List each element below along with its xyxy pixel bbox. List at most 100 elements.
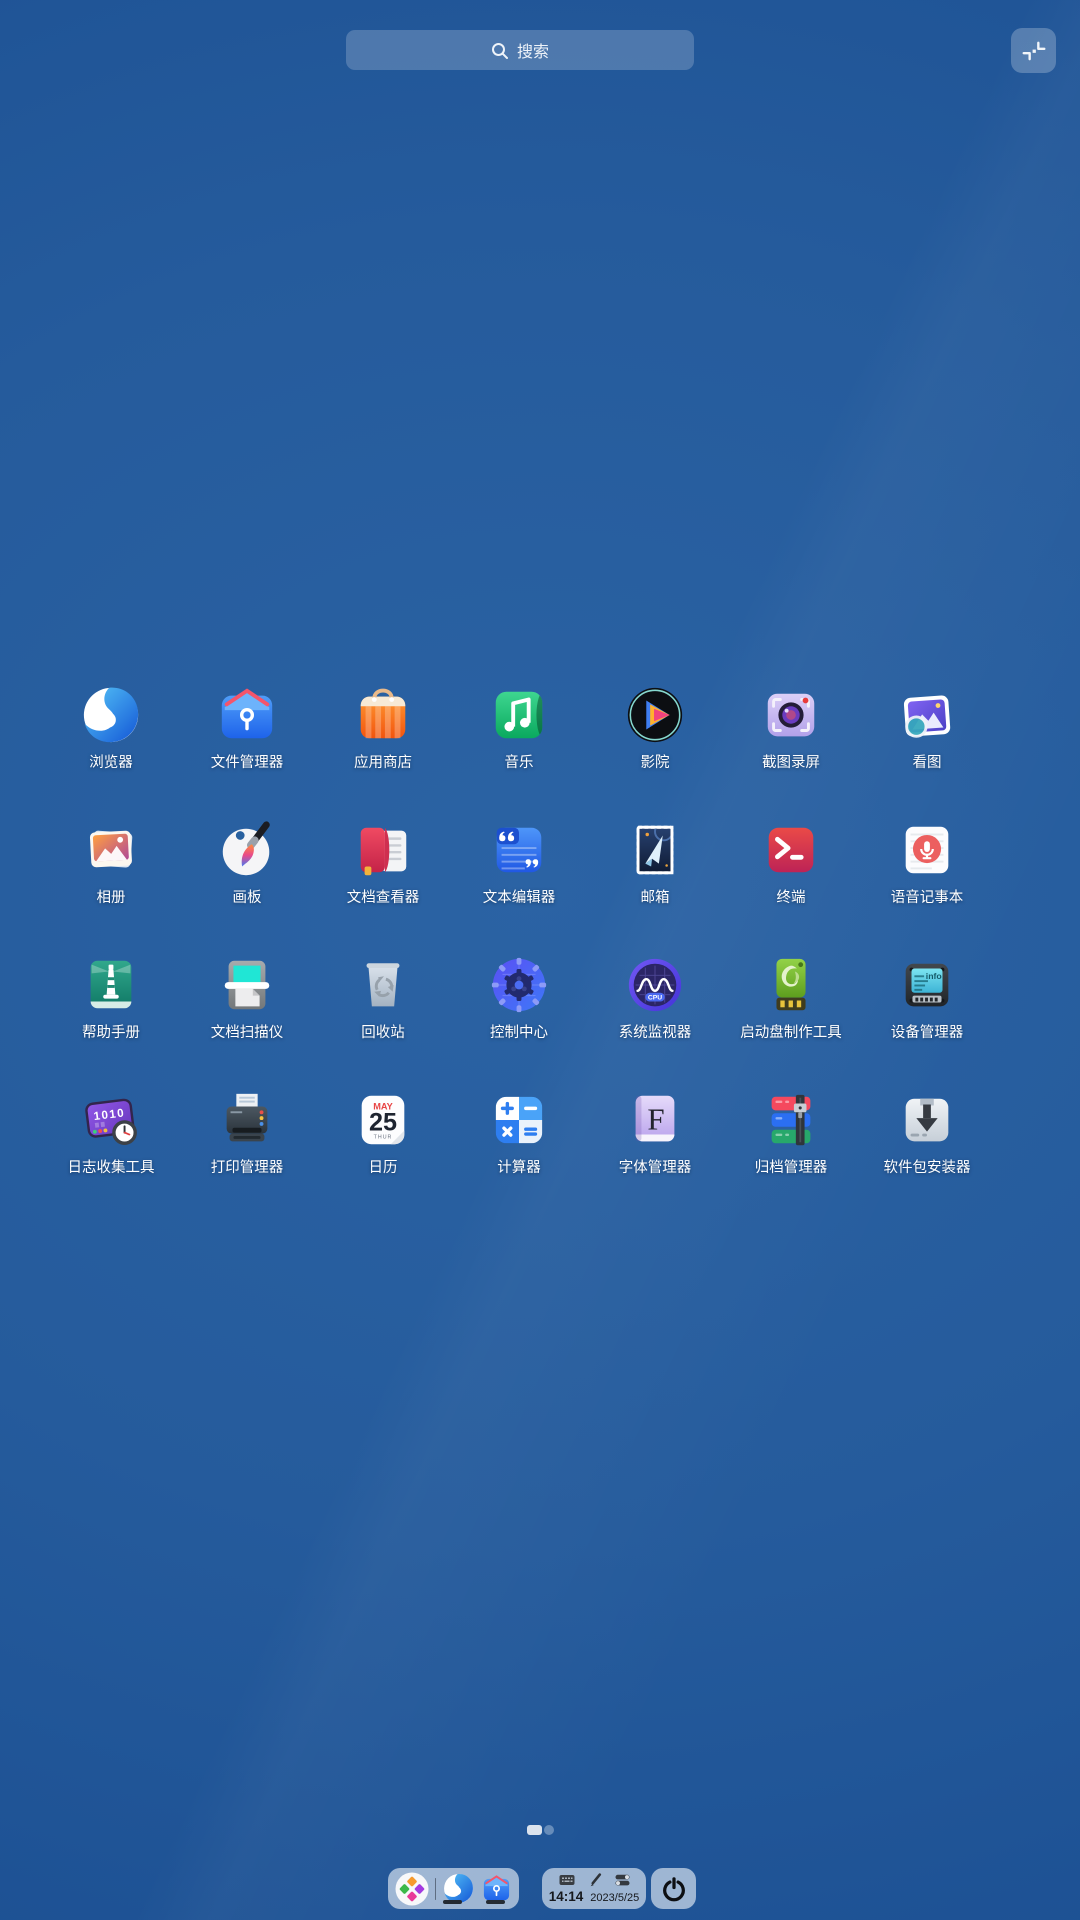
input-pen-icon[interactable] [588, 1873, 602, 1887]
app-browser[interactable]: 浏览器 [43, 648, 179, 783]
music-icon [488, 684, 550, 746]
app-label: 启动盘制作工具 [740, 1025, 842, 1041]
tray-clock: 14:14 2023/5/25 [549, 1889, 639, 1904]
keyboard-icon[interactable] [559, 1874, 575, 1886]
app-label: 字体管理器 [618, 1160, 692, 1176]
running-indicator-file-manager [486, 1900, 505, 1904]
app-help-manual[interactable]: 帮助手册 [43, 918, 179, 1053]
app-label: 语音记事本 [890, 890, 964, 906]
app-mail[interactable]: 邮箱 [587, 783, 723, 918]
device-manager-icon: info [896, 954, 958, 1016]
calculator-icon [488, 1089, 550, 1151]
calendar-icon: MAY 25 THUR [352, 1089, 414, 1151]
app-control-center[interactable]: 控制中心 [451, 918, 587, 1053]
log-collector-icon: 1010 [80, 1089, 142, 1151]
app-document-viewer[interactable]: 文档查看器 [315, 783, 451, 918]
app-grid: 浏览器 文件管理器 应用商店 音乐 影院 截图录屏 看图 相册 画板 文档查看器… [43, 648, 995, 1188]
running-indicator-browser [443, 1900, 462, 1904]
app-store-icon [352, 684, 414, 746]
app-print-manager[interactable]: 打印管理器 [179, 1053, 315, 1188]
app-label: 看图 [912, 755, 942, 771]
app-label: 文档扫描仪 [210, 1025, 284, 1041]
launcher-fullscreen: 搜索 浏览器 文件管理器 应用商店 音乐 影院 截图录屏 看图 相册 画板 文档… [0, 0, 1080, 1920]
app-label: 软件包安装器 [883, 1160, 971, 1176]
screen-capture-icon [760, 684, 822, 746]
app-label: 画板 [232, 890, 262, 906]
app-trash[interactable]: 回收站 [315, 918, 451, 1053]
document-viewer-icon [352, 819, 414, 881]
app-font-manager[interactable]: F 字体管理器 [587, 1053, 723, 1188]
app-voice-notes[interactable]: 语音记事本 [859, 783, 995, 918]
app-music[interactable]: 音乐 [451, 648, 587, 783]
terminal-icon [760, 819, 822, 881]
browser-icon [80, 684, 142, 746]
control-center-icon [488, 954, 550, 1016]
app-label: 计算器 [497, 1160, 541, 1176]
search-placeholder: 搜索 [516, 44, 549, 61]
text-editor-icon [488, 819, 550, 881]
app-calendar[interactable]: MAY 25 THUR 日历 [315, 1053, 451, 1188]
app-label: 设备管理器 [890, 1025, 964, 1041]
app-label: 控制中心 [490, 1025, 548, 1041]
app-screen-capture[interactable]: 截图录屏 [723, 648, 859, 783]
document-scanner-icon [216, 954, 278, 1016]
app-text-editor[interactable]: 文本编辑器 [451, 783, 587, 918]
app-label: 文件管理器 [210, 755, 284, 771]
app-label: 文本编辑器 [482, 890, 556, 906]
mail-icon [624, 819, 686, 881]
app-file-manager[interactable]: 文件管理器 [179, 648, 315, 783]
dock-power-button[interactable] [651, 1868, 696, 1909]
app-image-viewer[interactable]: 看图 [859, 648, 995, 783]
trash-icon [352, 954, 414, 1016]
app-system-monitor[interactable]: CPU 系统监视器 [587, 918, 723, 1053]
app-movie[interactable]: 影院 [587, 648, 723, 783]
app-label: 帮助手册 [82, 1025, 140, 1041]
print-manager-icon [216, 1089, 278, 1151]
launcher-mode-toggle-button[interactable] [1011, 28, 1056, 73]
app-log-collector[interactable]: 1010 日志收集工具 [43, 1053, 179, 1188]
app-draw[interactable]: 画板 [179, 783, 315, 918]
movie-icon [624, 684, 686, 746]
app-device-manager[interactable]: info 设备管理器 [859, 918, 995, 1053]
app-app-store[interactable]: 应用商店 [315, 648, 451, 783]
page-indicator [0, 1825, 1080, 1835]
app-label: 截图录屏 [762, 755, 820, 771]
album-icon [80, 819, 142, 881]
tray-icons [559, 1873, 630, 1887]
app-package-installer[interactable]: 软件包安装器 [859, 1053, 995, 1188]
app-label: 影院 [640, 755, 670, 771]
file-manager-icon [216, 684, 278, 746]
package-installer-icon [896, 1089, 958, 1151]
app-label: 系统监视器 [618, 1025, 692, 1041]
app-label: 文档查看器 [346, 890, 420, 906]
app-album[interactable]: 相册 [43, 783, 179, 918]
app-label: 打印管理器 [210, 1160, 284, 1176]
app-terminal[interactable]: 终端 [723, 783, 859, 918]
search-icon [491, 42, 508, 59]
page-indicator-inactive[interactable] [543, 1825, 554, 1835]
power-icon [662, 1876, 685, 1901]
dock-divider [435, 1877, 436, 1900]
voice-notes-icon [896, 819, 958, 881]
app-boot-maker[interactable]: 启动盘制作工具 [723, 918, 859, 1053]
app-label: 日历 [368, 1160, 398, 1176]
search-input[interactable]: 搜索 [346, 30, 694, 70]
clock-date: 2023/5/25 [590, 1892, 640, 1904]
draw-icon [216, 819, 278, 881]
app-label: 应用商店 [354, 755, 412, 771]
dock-launcher-button[interactable] [395, 1872, 429, 1906]
page-indicator-active[interactable] [526, 1825, 542, 1835]
dock-tray-area[interactable]: 14:14 2023/5/25 [542, 1868, 646, 1909]
app-archive-manager[interactable]: 归档管理器 [723, 1053, 859, 1188]
archive-manager-icon [760, 1089, 822, 1151]
app-label: 终端 [776, 890, 806, 906]
toggles-icon[interactable] [615, 1874, 630, 1886]
help-manual-icon [80, 954, 142, 1016]
app-document-scanner[interactable]: 文档扫描仪 [179, 918, 315, 1053]
app-label: 邮箱 [640, 890, 670, 906]
launcher-grid-icon [395, 1872, 429, 1905]
app-calculator[interactable]: 计算器 [451, 1053, 587, 1188]
app-label: 相册 [96, 890, 126, 906]
system-monitor-icon: CPU [624, 954, 686, 1016]
dock-app-area [388, 1868, 519, 1909]
